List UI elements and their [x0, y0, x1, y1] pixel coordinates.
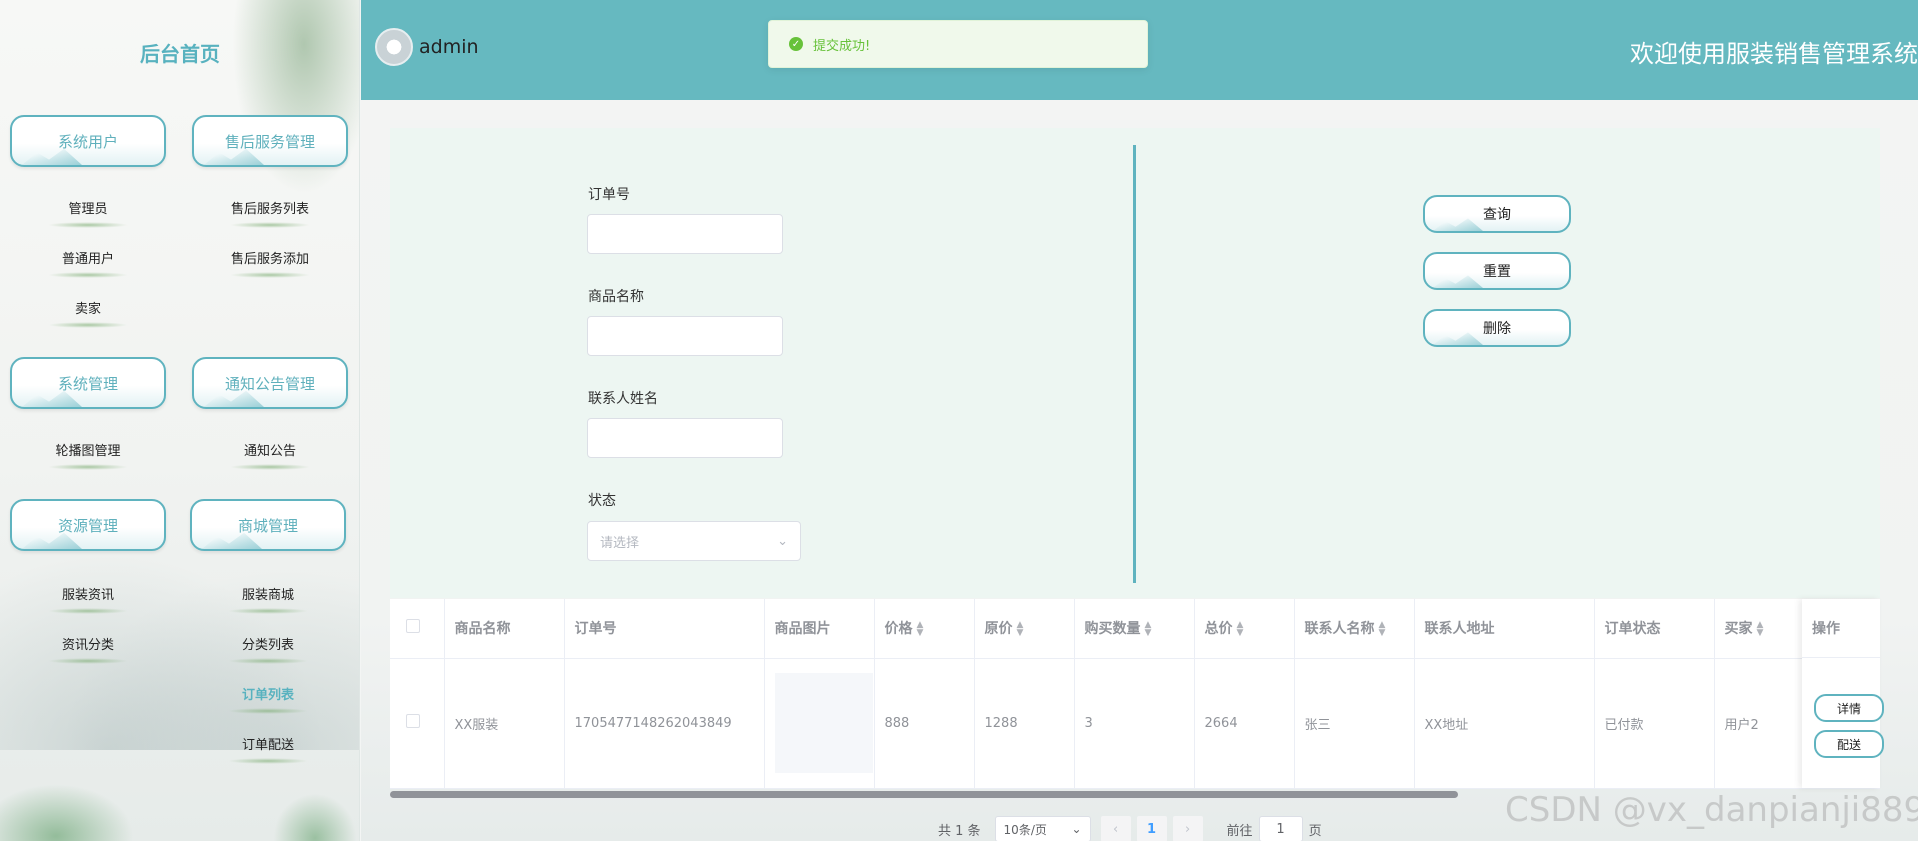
- horizontal-scrollbar[interactable]: [390, 791, 1458, 798]
- col-original-price[interactable]: 原价 ▲ ▼: [974, 599, 1075, 659]
- product-image: [774, 673, 873, 773]
- sidebar-item-notice[interactable]: 通知公告: [210, 440, 330, 470]
- check-circle-icon: ✓: [789, 37, 803, 51]
- page-size-select[interactable]: 10条/页 ⌄: [994, 816, 1091, 841]
- next-page-button[interactable]: ›: [1172, 816, 1203, 841]
- sidebar-group-mall[interactable]: 商城管理: [190, 499, 346, 551]
- goto-suffix: 页: [1308, 823, 1322, 839]
- cell-original-price: 1288: [974, 658, 1075, 789]
- sort-icon[interactable]: ▲ ▼: [1145, 621, 1152, 638]
- sort-icon[interactable]: ▲ ▼: [1757, 621, 1764, 638]
- row-checkbox[interactable]: [406, 714, 420, 728]
- operations-column: 操作 详情 配送: [1802, 599, 1884, 788]
- product-name-input[interactable]: [587, 316, 783, 356]
- prev-page-button[interactable]: ‹: [1100, 816, 1131, 841]
- sort-icon[interactable]: ▲ ▼: [1379, 621, 1386, 638]
- sidebar-group-system-users[interactable]: 系统用户: [10, 115, 166, 167]
- col-order-no: 订单号: [564, 599, 765, 659]
- delete-button[interactable]: 删除: [1423, 309, 1571, 347]
- select-all-checkbox[interactable]: [406, 619, 420, 634]
- order-table: 商品名称 订单号 商品图片 价格 ▲ ▼ 原价 ▲ ▼ 购买数量 ▲ ▼ 总价 ▲ ▼ 联系人名…: [390, 599, 1880, 789]
- total-count: 共 1 条: [938, 823, 981, 839]
- sidebar-item-clothing-news[interactable]: 服装资讯: [28, 584, 148, 614]
- avatar[interactable]: [375, 28, 413, 66]
- sidebar-item-after-sales-add[interactable]: 售后服务添加: [210, 248, 330, 278]
- cell-total: 2664: [1194, 658, 1295, 789]
- cell-order-no: 1705477148262043849: [564, 658, 765, 789]
- cell-status: 已付款: [1594, 658, 1715, 789]
- success-toast: ✓ 提交成功!: [768, 20, 1148, 68]
- sidebar-item-normal-user[interactable]: 普通用户: [28, 248, 148, 278]
- col-product-image: 商品图片: [764, 599, 875, 659]
- goto-prefix: 前往: [1226, 823, 1253, 839]
- order-no-label: 订单号: [588, 187, 630, 203]
- pagination: 共 1 条 10条/页 ⌄ ‹ 1 › 前往 1 页: [938, 816, 1322, 841]
- panel-divider: [1133, 145, 1136, 583]
- reset-button[interactable]: 重置: [1423, 252, 1571, 290]
- contact-name-input[interactable]: [587, 418, 783, 458]
- lotus-leaf-decoration: [0, 780, 140, 841]
- welcome-text: 欢迎使用服装销售管理系统: [1630, 40, 1918, 68]
- sidebar-item-after-sales-list[interactable]: 售后服务列表: [210, 198, 330, 228]
- sidebar-item-seller[interactable]: 卖家: [28, 298, 148, 328]
- status-label: 状态: [588, 493, 616, 509]
- cell-product-name: XX服装: [444, 658, 565, 789]
- sidebar-item-order-list[interactable]: 订单列表: [208, 684, 328, 714]
- sidebar-group-system-mgmt[interactable]: 系统管理: [10, 357, 166, 409]
- sidebar-group-after-sales[interactable]: 售后服务管理: [192, 115, 348, 167]
- sidebar-home-link[interactable]: 后台首页: [110, 38, 250, 67]
- sort-icon[interactable]: ▲ ▼: [1017, 621, 1024, 638]
- col-total[interactable]: 总价 ▲ ▼: [1194, 599, 1295, 659]
- leaf-decoration: [220, 0, 359, 220]
- col-buyer[interactable]: 买家 ▲ ▼: [1714, 599, 1803, 659]
- sidebar-item-clothing-mall[interactable]: 服装商城: [208, 584, 328, 614]
- search-button[interactable]: 查询: [1423, 195, 1571, 233]
- status-select[interactable]: 请选择 ⌄: [587, 521, 801, 561]
- col-product-name: 商品名称: [444, 599, 565, 659]
- table-header-row: 商品名称 订单号 商品图片 价格 ▲ ▼ 原价 ▲ ▼ 购买数量 ▲ ▼ 总价 ▲ ▼ 联系人名…: [390, 599, 1880, 659]
- sidebar-item-admin[interactable]: 管理员: [28, 198, 148, 228]
- cell-buyer: 用户2: [1714, 658, 1803, 789]
- goto-page-input[interactable]: 1: [1258, 816, 1303, 841]
- status-placeholder: 请选择: [600, 535, 640, 551]
- page-number[interactable]: 1: [1136, 816, 1167, 841]
- username[interactable]: admin: [419, 36, 479, 58]
- sort-icon[interactable]: ▲ ▼: [1237, 621, 1244, 638]
- col-contact-address: 联系人地址: [1414, 599, 1595, 659]
- order-no-input[interactable]: [587, 214, 783, 254]
- cell-quantity: 3: [1074, 658, 1195, 789]
- col-operations: 操作: [1802, 599, 1880, 658]
- product-name-label: 商品名称: [588, 289, 644, 305]
- table-row: XX服装 1705477148262043849 888 1288 3 2664…: [390, 658, 1880, 789]
- chevron-down-icon: ⌄: [777, 533, 788, 549]
- cell-price: 888: [874, 658, 975, 789]
- sort-icon[interactable]: ▲ ▼: [917, 621, 924, 638]
- detail-button[interactable]: 详情: [1814, 694, 1884, 722]
- sidebar-group-notice-mgmt[interactable]: 通知公告管理: [192, 357, 348, 409]
- deliver-button[interactable]: 配送: [1814, 730, 1884, 758]
- chevron-down-icon: ⌄: [1071, 822, 1082, 836]
- watermark: CSDN @vx_danpianji889: [1505, 790, 1918, 830]
- cell-address: XX地址: [1414, 658, 1595, 789]
- lotus-leaf-decoration: [270, 790, 359, 841]
- col-order-status: 订单状态: [1594, 599, 1715, 659]
- toast-message: 提交成功!: [813, 38, 871, 54]
- sidebar-item-carousel[interactable]: 轮播图管理: [28, 440, 148, 470]
- sidebar-item-category-list[interactable]: 分类列表: [208, 634, 328, 664]
- sidebar-item-news-category[interactable]: 资讯分类: [28, 634, 148, 664]
- page-size-value: 10条/页: [1003, 822, 1047, 837]
- col-price[interactable]: 价格 ▲ ▼: [874, 599, 975, 659]
- contact-name-label: 联系人姓名: [588, 391, 658, 407]
- col-contact-name[interactable]: 联系人名称 ▲ ▼: [1294, 599, 1415, 659]
- sidebar-item-order-delivery[interactable]: 订单配送: [208, 734, 328, 764]
- cell-contact-name: 张三: [1294, 658, 1415, 789]
- col-quantity[interactable]: 购买数量 ▲ ▼: [1074, 599, 1195, 659]
- sidebar-group-resources[interactable]: 资源管理: [10, 499, 166, 551]
- sidebar: 后台首页 系统用户 售后服务管理 管理员 普通用户 卖家 售后服务列表 售后服务…: [0, 0, 360, 841]
